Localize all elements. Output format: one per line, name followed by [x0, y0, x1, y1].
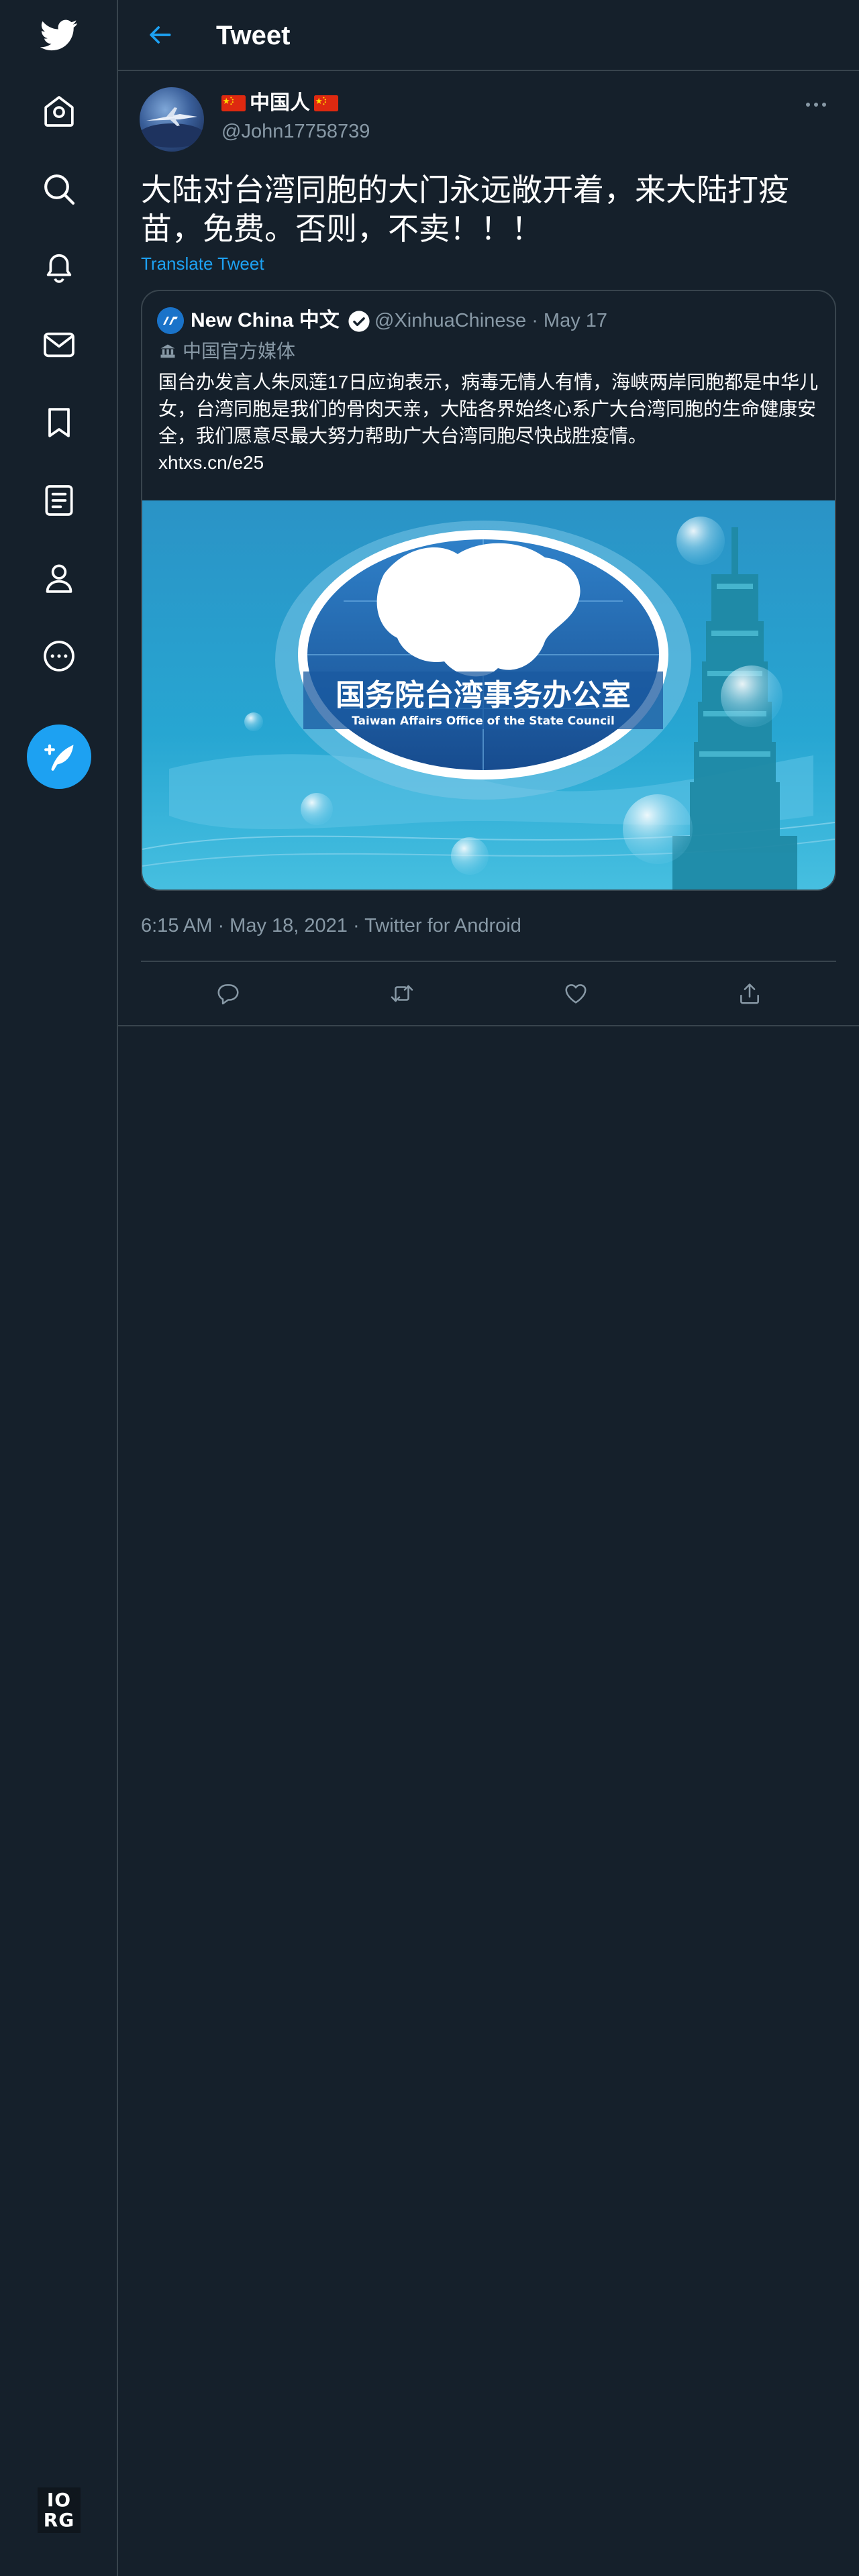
nav-messages-button[interactable]: [27, 313, 91, 377]
xinhua-logo-icon: [157, 307, 184, 334]
government-media-icon: [160, 344, 175, 358]
iorg-watermark: IO RG: [38, 2487, 81, 2533]
reply-button[interactable]: [208, 973, 248, 1014]
twitter-logo-button[interactable]: [27, 3, 91, 67]
state-media-label: 中国官方媒体: [158, 339, 295, 364]
quoted-handle-date: @XinhuaChinese · May 17: [374, 310, 608, 331]
page-header: Tweet: [118, 0, 859, 71]
quoted-avatar: [157, 307, 184, 334]
taiwan-affairs-office-graphic: 国务院台湾事务办公室 Taiwan Affairs Office of the …: [142, 500, 835, 890]
retweet-icon: [391, 985, 413, 1002]
retweet-button[interactable]: [382, 973, 422, 1014]
nav-bookmarks-button[interactable]: [27, 390, 91, 455]
tweet-text: 大陆对台湾同胞的大门永远敞开着，来大陆打疫苗，免费。否则，不卖！！！: [141, 172, 789, 246]
quoted-tweet-text: 国台办发言人朱凤莲17日应询表示，病毒无情人有情，海峡两岸同胞都是中华儿女，台湾…: [158, 369, 823, 476]
arrow-left-icon: [150, 26, 171, 44]
app-root: IO RG Tweet 中国人 @John17758739 大陆对台湾同胞的大门…: [0, 0, 859, 2576]
iorg-line-1: IO: [46, 2489, 72, 2511]
tweet-timestamp[interactable]: 6:15 AM · May 18, 2021 · Twitter for And…: [141, 912, 521, 939]
page-title: Tweet: [216, 21, 291, 50]
quoted-tweet-card[interactable]: New China 中文 @XinhuaChinese · May 17 中国官…: [141, 290, 836, 891]
nav-lists-button[interactable]: [27, 468, 91, 533]
bookmark-icon: [48, 408, 70, 437]
bell-icon: [46, 254, 72, 283]
iorg-line-2: RG: [43, 2509, 75, 2531]
avatar-image: [140, 107, 204, 148]
nav-home-button[interactable]: [27, 79, 91, 144]
share-button[interactable]: [729, 973, 770, 1014]
list-icon: [45, 485, 73, 516]
image-title-en: Taiwan Affairs Office of the State Counc…: [352, 714, 615, 728]
nav-notifications-button[interactable]: [27, 235, 91, 299]
more-options-button[interactable]: [796, 91, 836, 118]
main-column: Tweet 中国人 @John17758739 大陆对台湾同胞的大门永远敞开着，…: [118, 0, 859, 2576]
quoted-media-image[interactable]: 国务院台湾事务办公室 Taiwan Affairs Office of the …: [142, 500, 835, 890]
state-media-label-text: 中国官方媒体: [183, 341, 296, 362]
like-button[interactable]: [556, 973, 596, 1014]
heart-icon: [564, 984, 587, 1004]
quoted-body: 国台办发言人朱凤莲17日应询表示，病毒无情人有情，海峡两岸同胞都是中华儿女，台湾…: [158, 372, 819, 446]
verified-badge-icon: [348, 311, 370, 332]
nav-profile-button[interactable]: [27, 546, 91, 610]
author-name[interactable]: 中国人: [221, 91, 338, 115]
more-circle-icon: [44, 641, 74, 672]
twitter-bird-icon: [40, 19, 78, 51]
home-icon: [44, 96, 74, 127]
divider: [118, 1025, 859, 1026]
avatar[interactable]: [140, 87, 204, 152]
search-icon: [44, 174, 75, 205]
sidebar-nav: IO RG: [0, 0, 118, 2576]
author-display-name: 中国人: [250, 92, 310, 114]
person-icon: [46, 564, 72, 593]
more-horizontal-icon: [806, 103, 826, 107]
share-icon: [740, 983, 759, 1004]
translate-tweet-link[interactable]: Translate Tweet: [141, 252, 264, 275]
nav-explore-button[interactable]: [27, 157, 91, 221]
compose-tweet-button[interactable]: [27, 724, 91, 789]
nav-more-button[interactable]: [27, 624, 91, 688]
back-button[interactable]: [140, 15, 180, 55]
tweet-actions-bar: [141, 962, 836, 1025]
china-flag-icon: [221, 95, 246, 111]
compose-tweet-icon: [44, 744, 74, 771]
china-flag-icon: [314, 95, 338, 111]
mail-icon: [44, 332, 74, 358]
author-handle[interactable]: @John17758739: [221, 119, 370, 144]
quoted-display-name: New China 中文: [191, 309, 340, 331]
quoted-link[interactable]: xhtxs.cn/e25: [158, 452, 264, 473]
image-title-cn: 国务院台湾事务办公室: [336, 678, 631, 712]
reply-icon: [217, 984, 239, 1005]
